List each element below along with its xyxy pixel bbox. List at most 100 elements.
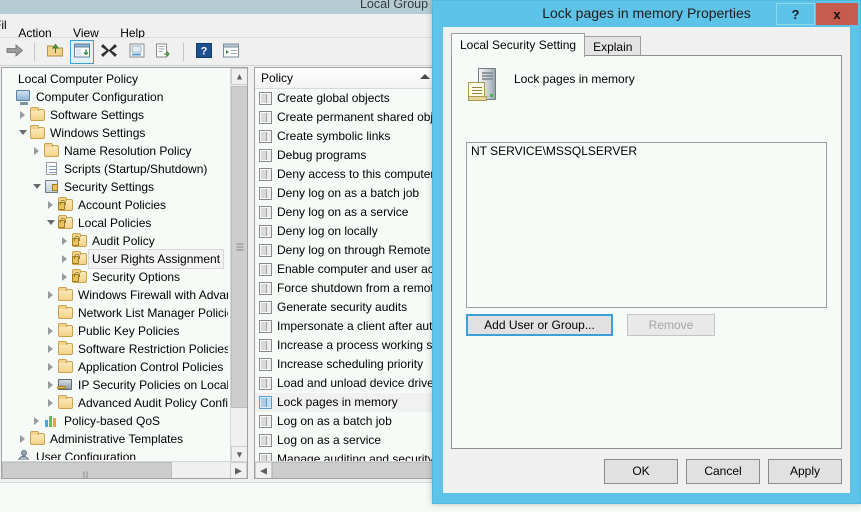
tree-twisty-collapsed-icon[interactable] xyxy=(60,250,71,268)
tree-twisty-expanded-icon[interactable] xyxy=(46,214,57,232)
tree-item[interactable]: Windows Firewall with Advan xyxy=(2,286,228,304)
tree-item[interactable]: IP Security Policies on Local C xyxy=(2,376,228,394)
tab-local-security-setting[interactable]: Local Security Setting xyxy=(451,33,585,57)
tree-item[interactable]: Public Key Policies xyxy=(2,322,228,340)
tree-twisty-collapsed-icon[interactable] xyxy=(46,394,57,412)
remove-button: Remove xyxy=(627,314,715,336)
tree-twisty-expanded-icon[interactable] xyxy=(18,124,29,142)
tree-item[interactable]: Computer Configuration xyxy=(2,88,228,106)
policy-list-row[interactable]: Create permanent shared obje xyxy=(255,108,439,127)
tree-twisty-collapsed-icon[interactable] xyxy=(46,358,57,376)
apply-button[interactable]: Apply xyxy=(768,459,842,484)
list-header: Policy xyxy=(255,68,439,89)
tree-twisty-collapsed-icon[interactable] xyxy=(46,322,57,340)
tree-item[interactable]: Account Policies xyxy=(2,196,228,214)
tree-hscrollbar-thumb[interactable] xyxy=(2,462,172,479)
policy-list-row[interactable]: Generate security audits xyxy=(255,298,439,317)
tree-item-label: Audit Policy xyxy=(89,232,158,250)
policy-list-row[interactable]: Deny log on as a service xyxy=(255,203,439,222)
policy-list-row[interactable]: Lock pages in memory xyxy=(255,393,439,412)
tree-twisty-collapsed-icon[interactable] xyxy=(18,106,29,124)
ok-button[interactable]: OK xyxy=(604,459,678,484)
delete-icon[interactable] xyxy=(97,40,121,64)
tree-scroll-right-button[interactable]: ▶ xyxy=(230,462,247,479)
tree-item[interactable]: Advanced Audit Policy Confi xyxy=(2,394,228,412)
tree-item[interactable]: Policy-based QoS xyxy=(2,412,228,430)
policy-list-row[interactable]: Log on as a batch job xyxy=(255,412,439,431)
tree-item[interactable]: Audit Policy xyxy=(2,232,228,250)
tree-item[interactable]: Local Policies xyxy=(2,214,228,232)
list-scroll-left-button[interactable]: ◀ xyxy=(255,462,272,479)
menu-file[interactable]: File xyxy=(0,14,6,37)
tree-item-icon-folder xyxy=(29,106,47,124)
assigned-user-item[interactable]: NT SERVICE\MSSQLSERVER xyxy=(467,143,826,160)
show-hide-console-tree-icon[interactable] xyxy=(70,40,94,64)
tree-item[interactable]: Administrative Templates xyxy=(2,430,228,448)
tree-item[interactable]: Scripts (Startup/Shutdown) xyxy=(2,160,228,178)
policy-list-row[interactable]: Deny log on through Remote xyxy=(255,241,439,260)
forward-icon[interactable] xyxy=(3,40,27,64)
toolbar-separator xyxy=(34,43,35,61)
policy-list-row[interactable]: Debug programs xyxy=(255,146,439,165)
tree-item[interactable]: Software Restriction Policies xyxy=(2,340,228,358)
assigned-users-list[interactable]: NT SERVICE\MSSQLSERVER xyxy=(466,142,827,308)
policy-list-row[interactable]: Log on as a service xyxy=(255,431,439,450)
tree-twisty-collapsed-icon[interactable] xyxy=(46,340,57,358)
up-one-level-icon[interactable] xyxy=(43,40,67,64)
policy-list-row[interactable]: Force shutdown from a remot xyxy=(255,279,439,298)
tree-view[interactable]: Local Computer PolicyComputer Configurat… xyxy=(2,68,228,460)
show-filter-icon[interactable] xyxy=(219,40,243,64)
tree-scroll-up-button[interactable]: ▲ xyxy=(231,68,248,85)
list-hscrollbar-thumb[interactable] xyxy=(272,462,440,479)
tree-twisty-collapsed-icon[interactable] xyxy=(60,232,71,250)
tree-item[interactable]: Security Settings xyxy=(2,178,228,196)
tree-item[interactable]: User Configuration xyxy=(2,448,228,460)
tree-item[interactable]: Software Settings xyxy=(2,106,228,124)
column-header-policy[interactable]: Policy xyxy=(255,68,439,88)
export-list-icon[interactable] xyxy=(152,40,176,64)
policy-list-row[interactable]: Deny access to this computer xyxy=(255,165,439,184)
tree-item[interactable]: Windows Settings xyxy=(2,124,228,142)
tree-scrollbar-thumb[interactable] xyxy=(231,86,248,408)
help-icon[interactable]: ? xyxy=(192,40,216,64)
add-user-or-group-button[interactable]: Add User or Group... xyxy=(466,314,613,336)
policy-list-row[interactable]: Enable computer and user acc xyxy=(255,260,439,279)
dialog-help-button[interactable]: ? xyxy=(776,3,815,25)
policy-list-row[interactable]: Impersonate a client after auth xyxy=(255,317,439,336)
tree-twisty-expanded-icon[interactable] xyxy=(32,178,43,196)
tree-twisty-collapsed-icon[interactable] xyxy=(32,412,43,430)
tree-twisty-collapsed-icon[interactable] xyxy=(46,196,57,214)
properties-icon[interactable] xyxy=(125,40,149,64)
tree-twisty-collapsed-icon[interactable] xyxy=(46,376,57,394)
cancel-button[interactable]: Cancel xyxy=(686,459,760,484)
tree-item[interactable]: Local Computer Policy xyxy=(2,70,228,88)
tree-item[interactable]: Network List Manager Policie xyxy=(2,304,228,322)
policy-list-row[interactable]: Increase scheduling priority xyxy=(255,355,439,374)
policy-list-row[interactable]: Deny log on locally xyxy=(255,222,439,241)
tree-item[interactable]: Application Control Policies xyxy=(2,358,228,376)
tree-twisty-collapsed-icon[interactable] xyxy=(32,142,43,160)
tree-item-label: Advanced Audit Policy Confi xyxy=(75,394,228,412)
policy-list-row[interactable]: Increase a process working set xyxy=(255,336,439,355)
tree-twisty-collapsed-icon[interactable] xyxy=(46,286,57,304)
list-horizontal-scrollbar[interactable]: ◀ xyxy=(255,461,439,478)
tree-vertical-scrollbar[interactable]: ▲ ▼ xyxy=(230,68,247,463)
policy-icon xyxy=(258,89,274,108)
policy-list-row[interactable]: Load and unload device driver xyxy=(255,374,439,393)
tree-item-icon-secset xyxy=(43,178,61,196)
tree-item[interactable]: Security Options xyxy=(2,268,228,286)
tree-twisty-collapsed-icon[interactable] xyxy=(18,430,29,448)
tree-item[interactable]: User Rights Assignment xyxy=(2,250,228,268)
policy-list-row[interactable]: Deny log on as a batch job xyxy=(255,184,439,203)
folder-up-glyph xyxy=(46,43,63,58)
dialog-close-button[interactable]: x xyxy=(816,3,858,25)
policy-list-row[interactable]: Create symbolic links xyxy=(255,127,439,146)
policy-list-row[interactable]: Manage auditing and security xyxy=(255,450,439,461)
tree-item[interactable]: Name Resolution Policy xyxy=(2,142,228,160)
policy-list-row[interactable]: Create global objects xyxy=(255,89,439,108)
tree-twisty-collapsed-icon[interactable] xyxy=(60,268,71,286)
policy-icon xyxy=(258,203,274,222)
tree-horizontal-scrollbar[interactable]: ▶ xyxy=(2,461,247,478)
policy-list[interactable]: Create global objectsCreate permanent sh… xyxy=(255,89,439,461)
policy-icon xyxy=(258,336,274,355)
